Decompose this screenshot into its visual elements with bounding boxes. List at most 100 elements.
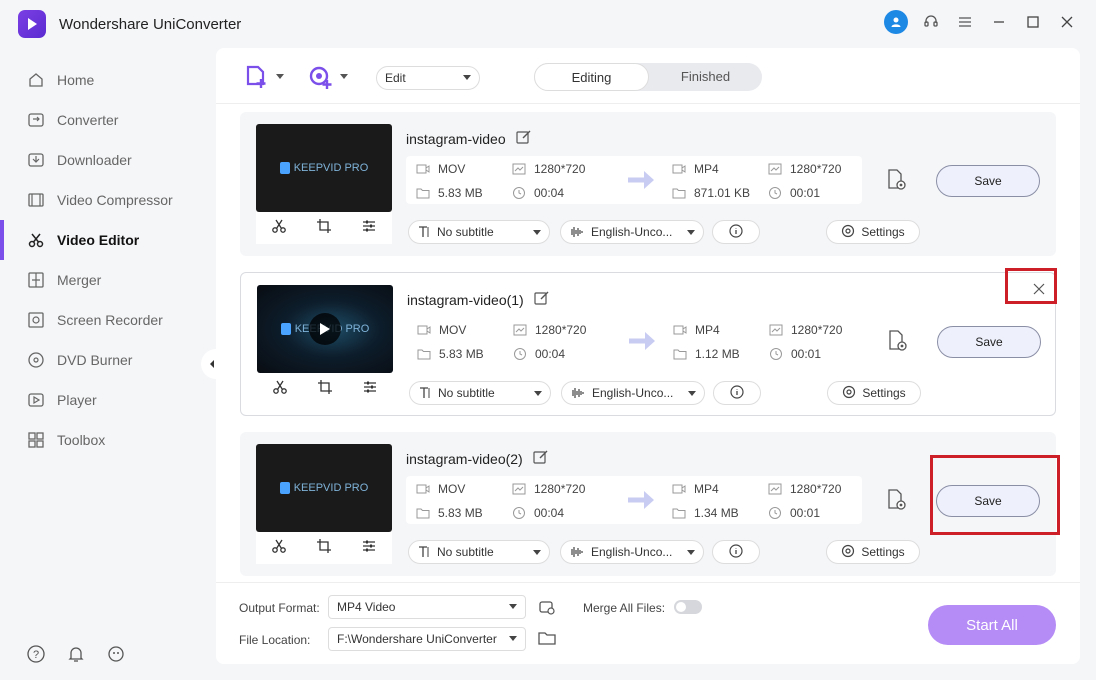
sidebar-item-home[interactable]: Home xyxy=(0,60,210,100)
settings-icon xyxy=(841,224,855,241)
target-resolution: 1280*720 xyxy=(768,482,841,496)
video-thumbnail[interactable]: KEEPVID PRO xyxy=(257,285,393,373)
source-resolution-value: 1280*720 xyxy=(535,323,587,337)
info-button[interactable] xyxy=(712,540,760,564)
chevron-down-icon xyxy=(509,604,517,609)
menu-icon[interactable] xyxy=(954,11,976,33)
target-duration-value: 00:01 xyxy=(791,347,822,361)
rename-pencil-icon[interactable] xyxy=(516,129,532,148)
add-files-button[interactable] xyxy=(244,64,284,90)
video-thumbnail[interactable]: KEEPVID PRO xyxy=(256,444,392,532)
headset-support-icon[interactable] xyxy=(920,11,942,33)
rename-pencil-icon[interactable] xyxy=(533,449,549,468)
merger-icon xyxy=(26,270,46,290)
output-settings-icon[interactable] xyxy=(887,329,909,358)
source-size: 5.83 MB xyxy=(416,186,483,200)
window-controls xyxy=(884,10,1078,34)
sidebar-item-converter[interactable]: Converter xyxy=(0,100,210,140)
scissors-icon xyxy=(26,230,46,250)
target-size-value: 1.34 MB xyxy=(694,506,739,520)
start-all-button[interactable]: Start All xyxy=(928,605,1056,645)
feedback-icon[interactable] xyxy=(106,644,126,669)
subtitle-select[interactable]: No subtitle xyxy=(408,540,550,564)
output-format-value: MP4 Video xyxy=(337,600,396,614)
file-location-select[interactable]: F:\Wondershare UniConverter xyxy=(328,627,526,651)
chevron-down-icon xyxy=(340,74,348,79)
settings-button[interactable]: Settings xyxy=(826,220,920,244)
video-thumbnail[interactable]: KEEPVID PRO xyxy=(256,124,392,212)
trim-scissors-icon[interactable] xyxy=(271,218,287,239)
subtitle-value: No subtitle xyxy=(437,545,494,559)
file-location-value: F:\Wondershare UniConverter xyxy=(337,632,497,646)
effects-adjust-icon[interactable] xyxy=(361,538,377,559)
sidebar-item-video-editor[interactable]: Video Editor xyxy=(0,220,210,260)
tab-finished[interactable]: Finished xyxy=(649,63,762,91)
settings-label: Settings xyxy=(862,386,906,400)
thumbnail-tools xyxy=(256,212,392,244)
notification-bell-icon[interactable] xyxy=(66,644,86,669)
source-format: MOV xyxy=(416,482,465,496)
source-duration-value: 00:04 xyxy=(534,186,565,200)
sidebar-item-player[interactable]: Player xyxy=(0,380,210,420)
source-duration: 00:04 xyxy=(512,506,564,520)
user-account-icon[interactable] xyxy=(884,10,908,34)
sidebar-item-merger[interactable]: Merger xyxy=(0,260,210,300)
merge-all-toggle[interactable] xyxy=(674,600,702,614)
help-icon[interactable]: ? xyxy=(26,644,46,669)
folder-icon[interactable] xyxy=(538,630,556,651)
subtitle-select[interactable]: No subtitle xyxy=(409,381,551,405)
target-resolution-value: 1280*720 xyxy=(791,323,843,337)
sidebar-item-downloader[interactable]: Downloader xyxy=(0,140,210,180)
trim-scissors-icon[interactable] xyxy=(272,379,288,400)
crop-icon[interactable] xyxy=(317,379,333,400)
output-settings-icon[interactable] xyxy=(538,598,556,621)
toolbox-icon xyxy=(26,430,46,450)
minimize-icon[interactable] xyxy=(988,11,1010,33)
sidebar-item-dvd-burner[interactable]: DVD Burner xyxy=(0,340,210,380)
subtitle-select[interactable]: No subtitle xyxy=(408,220,550,244)
crop-icon[interactable] xyxy=(316,538,332,559)
info-icon xyxy=(729,223,743,241)
rename-pencil-icon[interactable] xyxy=(534,290,550,309)
convert-arrow-icon xyxy=(626,168,656,197)
crop-icon[interactable] xyxy=(316,218,332,239)
maximize-icon[interactable] xyxy=(1022,11,1044,33)
output-settings-icon[interactable] xyxy=(886,488,908,517)
settings-button[interactable]: Settings xyxy=(827,381,921,405)
target-size-value: 871.01 KB xyxy=(694,186,751,200)
output-settings-icon[interactable] xyxy=(886,168,908,197)
info-button[interactable] xyxy=(713,381,761,405)
sidebar-footer: ? xyxy=(26,644,126,669)
settings-button[interactable]: Settings xyxy=(826,540,920,564)
highlight-box-save xyxy=(930,455,1060,535)
subtitle-value: No subtitle xyxy=(437,225,494,239)
target-duration: 00:01 xyxy=(769,347,821,361)
sidebar-item-label: Video Editor xyxy=(57,232,140,248)
play-icon[interactable] xyxy=(309,313,341,345)
save-button[interactable]: Save xyxy=(936,165,1040,197)
sidebar-item-label: Video Compressor xyxy=(57,192,173,208)
bottom-bar: Output Format: MP4 Video Merge All Files… xyxy=(216,582,1080,664)
add-device-button[interactable] xyxy=(308,64,348,90)
save-button[interactable]: Save xyxy=(937,326,1041,358)
audio-track-select[interactable]: English-Unco... xyxy=(561,381,705,405)
sidebar-item-screen-recorder[interactable]: Screen Recorder xyxy=(0,300,210,340)
sidebar-item-toolbox[interactable]: Toolbox xyxy=(0,420,210,460)
close-icon[interactable] xyxy=(1056,11,1078,33)
output-format-select[interactable]: MP4 Video xyxy=(328,595,526,619)
sidebar-item-video-compressor[interactable]: Video Compressor xyxy=(0,180,210,220)
converter-icon xyxy=(26,110,46,130)
target-resolution-value: 1280*720 xyxy=(790,162,842,176)
info-button[interactable] xyxy=(712,220,760,244)
effects-adjust-icon[interactable] xyxy=(362,379,378,400)
audio-track-select[interactable]: English-Unco... xyxy=(560,220,704,244)
chevron-down-icon xyxy=(463,75,471,80)
edit-mode-select[interactable]: Edit xyxy=(376,66,480,90)
video-title-row: instagram-video(2) xyxy=(406,449,549,468)
thumbnail-tools xyxy=(257,373,393,405)
settings-icon xyxy=(841,544,855,561)
tab-editing[interactable]: Editing xyxy=(534,63,649,91)
effects-adjust-icon[interactable] xyxy=(361,218,377,239)
trim-scissors-icon[interactable] xyxy=(271,538,287,559)
audio-track-select[interactable]: English-Unco... xyxy=(560,540,704,564)
